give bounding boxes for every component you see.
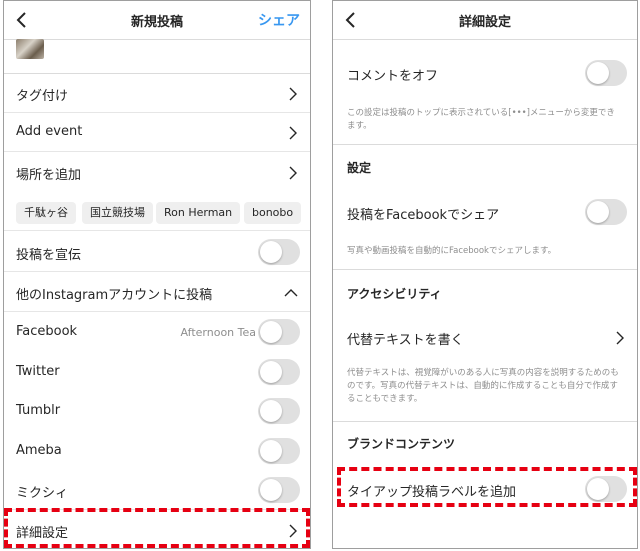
divider bbox=[333, 269, 637, 270]
facebook-toggle[interactable] bbox=[258, 319, 300, 345]
divider bbox=[333, 421, 637, 422]
promote-post-row: 投稿を宣伝 bbox=[4, 233, 310, 272]
row-label: 場所を追加 bbox=[16, 168, 82, 183]
header: 詳細設定 bbox=[333, 1, 637, 40]
promote-toggle[interactable] bbox=[258, 239, 300, 265]
toggle-knob bbox=[260, 361, 282, 383]
page-title: 詳細設定 bbox=[458, 15, 511, 30]
share-facebook-note: 写真や動画投稿を自動的にFacebookでシェアします。 bbox=[347, 246, 557, 256]
alt-text-row[interactable]: 代替テキストを書く bbox=[333, 318, 637, 357]
facebook-page-name: Afternoon Tea bbox=[180, 326, 256, 339]
toggle-knob bbox=[260, 321, 282, 343]
advanced-settings-screen: 詳細設定 コメントをオフ この設定は投稿のトップに表示されている[•••]メニュ… bbox=[332, 0, 638, 549]
mixi-toggle[interactable] bbox=[258, 477, 300, 503]
toggle-knob bbox=[260, 400, 282, 422]
add-event-row[interactable]: Add event bbox=[4, 113, 310, 152]
chevron-right-icon bbox=[289, 87, 297, 101]
chevron-right-icon bbox=[289, 524, 297, 538]
settings-heading: 設定 bbox=[347, 161, 372, 175]
comments-off-row: コメントをオフ bbox=[333, 54, 637, 93]
toggle-knob bbox=[260, 479, 282, 501]
toggle-knob bbox=[587, 62, 609, 84]
twitter-row: Twitter bbox=[4, 353, 310, 392]
advanced-settings-row[interactable]: 詳細設定 bbox=[4, 511, 310, 548]
row-label: タグ付け bbox=[16, 89, 69, 104]
facebook-row: Facebook Afternoon Tea bbox=[4, 313, 310, 352]
twitter-toggle[interactable] bbox=[258, 359, 300, 385]
tag-people-row[interactable]: タグ付け bbox=[4, 74, 310, 113]
chevron-right-icon bbox=[289, 166, 297, 180]
add-location-row[interactable]: 場所を追加 bbox=[4, 153, 310, 192]
post-thumbnail bbox=[16, 39, 44, 59]
location-chip[interactable]: bonobo bbox=[244, 202, 302, 224]
toggle-knob bbox=[260, 440, 282, 462]
tumblr-toggle[interactable] bbox=[258, 398, 300, 424]
row-label: 投稿を宣伝 bbox=[16, 248, 82, 263]
paid-partnership-toggle[interactable] bbox=[585, 476, 627, 502]
row-label: Twitter bbox=[16, 364, 60, 379]
row-label: 詳細設定 bbox=[16, 526, 69, 541]
mixi-row: ミクシィ bbox=[4, 471, 310, 510]
row-label: タイアップ投稿ラベルを追加 bbox=[347, 485, 517, 500]
location-chip[interactable]: 国立競技場 bbox=[82, 202, 153, 224]
alt-text-note: 代替テキストは、視覚障がいのある人に写真の内容を説明するためのものです。写真の代… bbox=[347, 368, 619, 404]
toggle-knob bbox=[587, 478, 609, 500]
share-facebook-row: 投稿をFacebookでシェア bbox=[333, 193, 637, 232]
divider bbox=[333, 144, 637, 145]
location-chip[interactable]: 千駄ヶ谷 bbox=[16, 202, 76, 224]
location-chip[interactable]: Ron Herman bbox=[156, 202, 241, 224]
row-label: 他のInstagramアカウントに投稿 bbox=[16, 288, 213, 303]
toggle-knob bbox=[260, 241, 282, 263]
ameba-row: Ameba bbox=[4, 432, 310, 471]
row-label: Tumblr bbox=[16, 403, 61, 418]
chevron-up-icon bbox=[284, 289, 298, 297]
new-post-screen: 新規投稿 シェア タグ付け Add event 場所を追加 千駄ヶ谷 国立競技場… bbox=[3, 0, 311, 549]
share-facebook-toggle[interactable] bbox=[585, 199, 627, 225]
brand-content-heading: ブランドコンテンツ bbox=[347, 437, 456, 451]
row-label: 代替テキストを書く bbox=[347, 333, 464, 348]
other-accounts-row[interactable]: 他のInstagramアカウントに投稿 bbox=[4, 273, 310, 312]
comments-off-toggle[interactable] bbox=[585, 60, 627, 86]
comments-note: この設定は投稿のトップに表示されている[•••]メニューから変更できます。 bbox=[347, 108, 615, 131]
row-label: コメントをオフ bbox=[347, 69, 439, 84]
location-suggestions: 千駄ヶ谷 国立競技場 Ron Herman bonobo bbox=[4, 198, 310, 231]
row-label: Facebook bbox=[16, 324, 78, 339]
row-label: Add event bbox=[16, 124, 83, 139]
chevron-right-icon bbox=[289, 126, 297, 140]
ameba-toggle[interactable] bbox=[258, 438, 300, 464]
chevron-right-icon bbox=[616, 331, 624, 345]
toggle-knob bbox=[587, 201, 609, 223]
row-label: ミクシィ bbox=[16, 486, 69, 501]
accessibility-heading: アクセシビリティ bbox=[347, 287, 442, 301]
share-button[interactable]: シェア bbox=[258, 10, 300, 30]
tumblr-row: Tumblr bbox=[4, 392, 310, 431]
row-label: 投稿をFacebookでシェア bbox=[347, 208, 500, 223]
paid-partnership-row: タイアップ投稿ラベルを追加 bbox=[333, 470, 637, 509]
row-label: Ameba bbox=[16, 443, 62, 458]
header: 新規投稿 シェア bbox=[4, 1, 310, 40]
